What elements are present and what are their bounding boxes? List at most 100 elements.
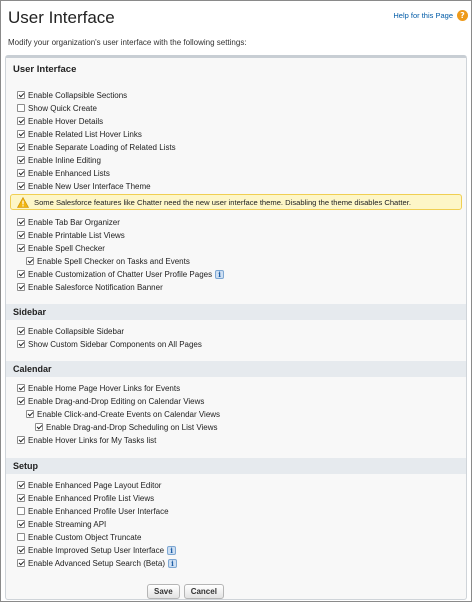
option-separate-loading[interactable]: Enable Separate Loading of Related Lists	[17, 141, 176, 153]
help-link[interactable]: Help for this Page ?	[393, 10, 468, 21]
checkbox[interactable]	[17, 117, 25, 125]
checkbox[interactable]	[17, 130, 25, 138]
option-spell-checker[interactable]: Enable Spell Checker	[17, 242, 105, 254]
option-label: Enable Drag-and-Drop Scheduling on List …	[46, 422, 218, 432]
checkbox[interactable]	[17, 156, 25, 164]
checkbox[interactable]	[17, 327, 25, 335]
info-icon[interactable]: i	[215, 269, 225, 279]
section-header-user-interface: User Interface	[13, 64, 77, 75]
checkbox[interactable]	[17, 546, 25, 554]
section-header-setup: Setup	[6, 458, 466, 474]
option-label: Enable Spell Checker	[28, 243, 105, 253]
warning-icon	[17, 196, 29, 208]
checkbox[interactable]	[35, 423, 43, 431]
option-label: Enable Collapsible Sidebar	[28, 326, 125, 336]
checkbox[interactable]	[17, 182, 25, 190]
option-label: Enable Spell Checker on Tasks and Events	[37, 256, 190, 266]
checkbox[interactable]	[17, 283, 25, 291]
option-label: Enable Streaming API	[28, 519, 107, 529]
option-task-hover-links[interactable]: Enable Hover Links for My Tasks list	[17, 434, 156, 446]
section-header-calendar: Calendar	[6, 361, 466, 377]
option-enhanced-lists[interactable]: Enable Enhanced Lists	[17, 167, 110, 179]
option-label: Enable Enhanced Page Layout Editor	[28, 480, 162, 490]
option-label: Enable Hover Links for My Tasks list	[28, 435, 157, 445]
page-header: User Interface Help for this Page ?	[8, 8, 468, 32]
option-label: Enable Click-and-Create Events on Calend…	[37, 409, 221, 419]
checkbox[interactable]	[17, 218, 25, 226]
option-show-quick-create[interactable]: Show Quick Create	[17, 102, 97, 114]
option-label: Enable Drag-and-Drop Editing on Calendar…	[28, 396, 205, 406]
settings-panel: User Interface Enable Collapsible Sectio…	[5, 55, 467, 600]
warning-text: Some Salesforce features like Chatter ne…	[34, 197, 411, 207]
checkbox[interactable]	[17, 169, 25, 177]
checkbox[interactable]	[17, 507, 25, 515]
option-tab-bar-organizer[interactable]: Enable Tab Bar Organizer	[17, 216, 120, 228]
option-custom-sidebar-components[interactable]: Show Custom Sidebar Components on All Pa…	[17, 338, 202, 350]
form-buttons: Save Cancel	[147, 584, 224, 599]
checkbox[interactable]	[17, 340, 25, 348]
option-home-hover-links[interactable]: Enable Home Page Hover Links for Events	[17, 382, 180, 394]
option-advanced-setup-search[interactable]: Enable Advanced Setup Search (Beta) i	[17, 557, 177, 569]
option-label: Enable Enhanced Lists	[28, 168, 110, 178]
option-collapsible-sidebar[interactable]: Enable Collapsible Sidebar	[17, 325, 124, 337]
option-spell-checker-tasks[interactable]: Enable Spell Checker on Tasks and Events	[26, 255, 190, 267]
help-icon[interactable]: ?	[457, 10, 468, 21]
option-related-list-hover-links[interactable]: Enable Related List Hover Links	[17, 128, 142, 140]
checkbox[interactable]	[17, 384, 25, 392]
option-label: Enable Tab Bar Organizer	[28, 217, 120, 227]
option-click-and-create[interactable]: Enable Click-and-Create Events on Calend…	[26, 408, 220, 420]
option-chatter-profile-customization[interactable]: Enable Customization of Chatter User Pro…	[17, 268, 225, 280]
option-custom-object-truncate[interactable]: Enable Custom Object Truncate	[17, 531, 141, 543]
option-label: Enable New User Interface Theme	[28, 181, 151, 191]
option-hover-details[interactable]: Enable Hover Details	[17, 115, 103, 127]
checkbox[interactable]	[17, 270, 25, 278]
checkbox[interactable]	[17, 91, 25, 99]
checkbox[interactable]	[17, 244, 25, 252]
cancel-button[interactable]: Cancel	[183, 584, 224, 599]
option-enhanced-profile-list-views[interactable]: Enable Enhanced Profile List Views	[17, 492, 154, 504]
option-enhanced-page-layout-editor[interactable]: Enable Enhanced Page Layout Editor	[17, 479, 161, 491]
checkbox[interactable]	[17, 436, 25, 444]
help-link-text[interactable]: Help for this Page	[393, 11, 453, 20]
option-improved-setup-ui[interactable]: Enable Improved Setup User Interface i	[17, 544, 177, 556]
checkbox[interactable]	[17, 104, 25, 112]
option-printable-list-views[interactable]: Enable Printable List Views	[17, 229, 125, 241]
option-label: Enable Improved Setup User Interface	[28, 545, 165, 555]
option-drag-drop-scheduling[interactable]: Enable Drag-and-Drop Scheduling on List …	[35, 421, 218, 433]
checkbox[interactable]	[17, 481, 25, 489]
info-icon[interactable]: i	[167, 558, 177, 568]
checkbox[interactable]	[26, 410, 34, 418]
option-collapsible-sections[interactable]: Enable Collapsible Sections	[17, 89, 127, 101]
checkbox[interactable]	[26, 257, 34, 265]
section-header-sidebar: Sidebar	[6, 304, 466, 320]
option-drag-drop-editing[interactable]: Enable Drag-and-Drop Editing on Calendar…	[17, 395, 204, 407]
page-subtitle: Modify your organization's user interfac…	[8, 38, 247, 47]
option-label: Enable Enhanced Profile User Interface	[28, 506, 169, 516]
checkbox[interactable]	[17, 494, 25, 502]
option-label: Show Quick Create	[28, 103, 97, 113]
option-label: Enable Enhanced Profile List Views	[28, 493, 155, 503]
save-button[interactable]: Save	[147, 584, 180, 599]
option-inline-editing[interactable]: Enable Inline Editing	[17, 154, 101, 166]
option-label: Enable Separate Loading of Related Lists	[28, 142, 176, 152]
checkbox[interactable]	[17, 559, 25, 567]
option-label: Enable Home Page Hover Links for Events	[28, 383, 181, 393]
option-notification-banner[interactable]: Enable Salesforce Notification Banner	[17, 281, 163, 293]
option-label: Enable Customization of Chatter User Pro…	[28, 269, 213, 279]
checkbox[interactable]	[17, 143, 25, 151]
info-icon[interactable]: i	[167, 545, 177, 555]
checkbox[interactable]	[17, 231, 25, 239]
option-enhanced-profile-ui[interactable]: Enable Enhanced Profile User Interface	[17, 505, 169, 517]
option-label: Enable Related List Hover Links	[28, 129, 142, 139]
option-label: Enable Salesforce Notification Banner	[28, 282, 163, 292]
theme-warning-banner: Some Salesforce features like Chatter ne…	[10, 194, 462, 210]
checkbox[interactable]	[17, 533, 25, 541]
option-label: Show Custom Sidebar Components on All Pa…	[28, 339, 202, 349]
option-label: Enable Hover Details	[28, 116, 104, 126]
option-streaming-api[interactable]: Enable Streaming API	[17, 518, 106, 530]
checkbox[interactable]	[17, 520, 25, 528]
option-label: Enable Printable List Views	[28, 230, 125, 240]
option-label: Enable Collapsible Sections	[28, 90, 128, 100]
option-new-ui-theme[interactable]: Enable New User Interface Theme	[17, 180, 151, 192]
checkbox[interactable]	[17, 397, 25, 405]
